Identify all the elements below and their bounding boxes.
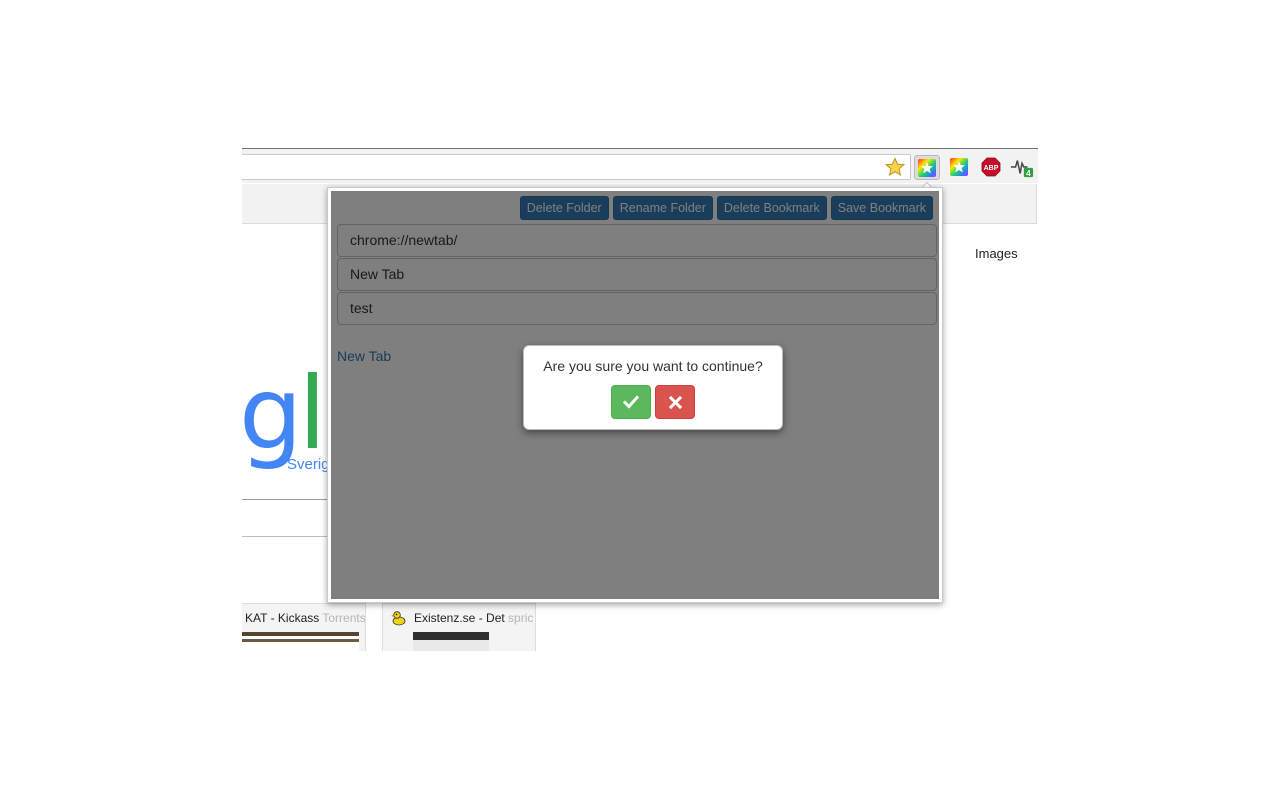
tile-title-faded: Torrents	[322, 611, 366, 625]
duck-favicon-icon	[391, 611, 406, 626]
most-visited-tile[interactable]: Existenz.se - Det spric	[382, 603, 536, 651]
tile-title: Existenz.se - Det spric	[414, 611, 533, 625]
most-visited-tile[interactable]: KAT - Kickass Torrents	[242, 603, 366, 651]
adblock-plus-icon[interactable]: ABP	[979, 155, 1003, 179]
address-bar[interactable]	[242, 154, 911, 180]
images-link[interactable]: Images	[975, 246, 1018, 261]
tile-title-text: KAT - Kickass	[245, 611, 323, 625]
pulse-monitor-icon[interactable]: 4	[1010, 155, 1034, 179]
confirm-dialog: Are you sure you want to continue?	[523, 345, 783, 430]
abp-label: ABP	[984, 165, 999, 172]
confirm-yes-button[interactable]	[611, 385, 651, 419]
logo-subtitle: Sverig	[287, 456, 330, 473]
search-box-border	[242, 536, 332, 537]
search-box-border	[242, 499, 332, 500]
confirm-no-button[interactable]	[655, 385, 695, 419]
tile-thumbnail	[242, 632, 359, 651]
browser-toolbar: ABP 4	[242, 149, 1038, 183]
bookmark-star-icon[interactable]	[884, 157, 906, 177]
tile-title-faded: spric	[508, 611, 534, 625]
logo-letter-l: l	[298, 355, 326, 472]
tile-title: KAT - Kickass Torrents	[245, 611, 366, 625]
confirm-message: Are you sure you want to continue?	[543, 358, 763, 374]
rainbow-star-extension-icon[interactable]	[947, 155, 971, 179]
logo-letter-g: g	[242, 355, 303, 472]
extension-badge: 4	[1026, 168, 1031, 178]
checkmark-icon	[623, 395, 639, 409]
tile-thumbnail	[413, 632, 489, 651]
rainbow-star-extension-icon[interactable]	[914, 155, 940, 180]
x-icon	[668, 395, 682, 409]
tile-title-text: Existenz.se - Det	[414, 611, 509, 625]
